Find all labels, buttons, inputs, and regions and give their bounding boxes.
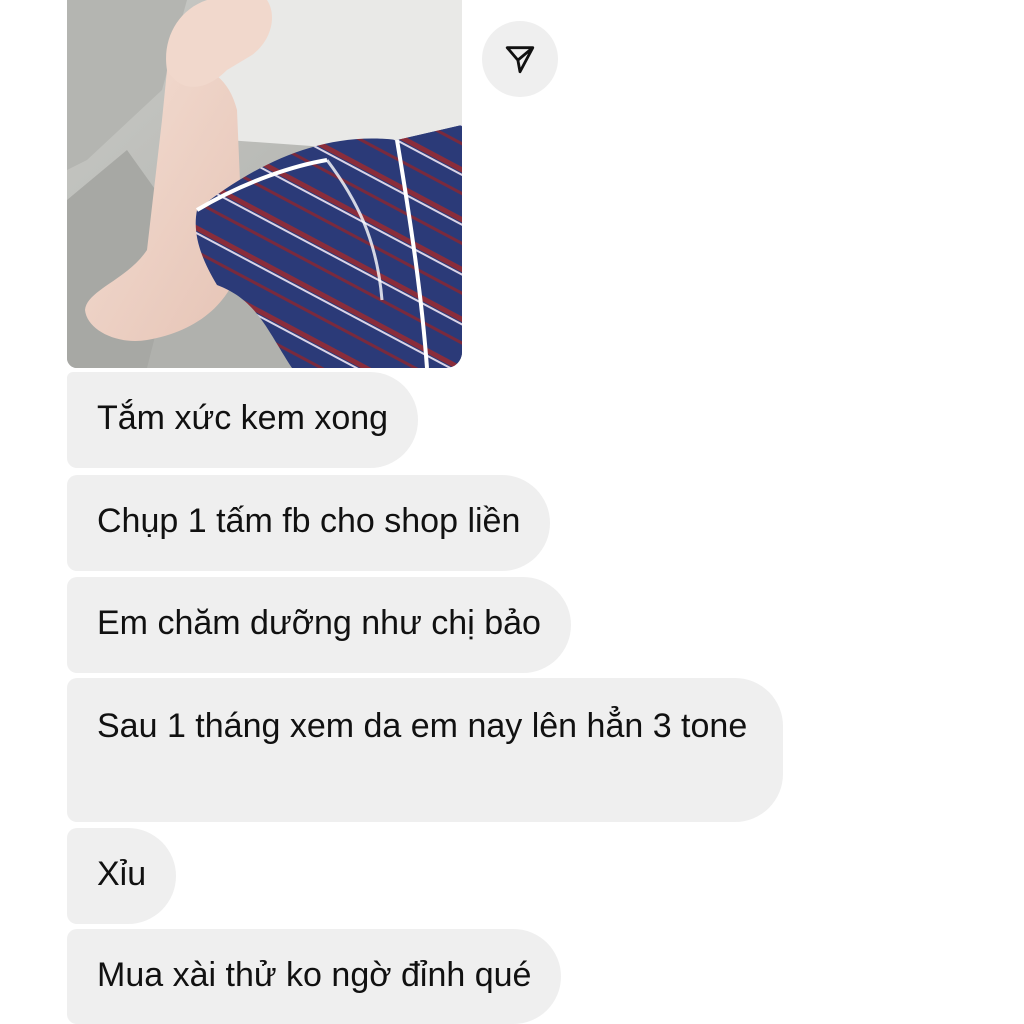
photo-image <box>67 0 462 368</box>
message-bubble[interactable]: Tắm xức kem xong <box>67 372 419 468</box>
message-text: Xỉu <box>97 855 147 893</box>
message-bubble[interactable]: Xỉu <box>67 828 177 924</box>
message-text: Sau 1 tháng xem da em nay lên hẳn 3 tone <box>97 707 748 745</box>
message-text: Tắm xức kem xong <box>97 399 389 437</box>
message-text: Chụp 1 tấm fb cho shop liền <box>97 502 521 540</box>
message-bubble[interactable]: Sau 1 tháng xem da em nay lên hẳn 3 tone <box>67 678 783 822</box>
message-text: Em chăm dưỡng như chị bảo <box>97 604 541 642</box>
message-bubble[interactable]: Chụp 1 tấm fb cho shop liền <box>67 475 551 571</box>
share-button[interactable] <box>482 21 558 97</box>
message-bubble[interactable]: Em chăm dưỡng như chị bảo <box>67 577 571 673</box>
message-bubble[interactable]: Mua xài thử ko ngờ đỉnh qué <box>67 929 562 1024</box>
shared-photo[interactable] <box>67 0 462 368</box>
send-icon <box>505 46 535 74</box>
message-text: Mua xài thử ko ngờ đỉnh qué <box>97 956 532 994</box>
chat-thread: Tắm xức kem xong Chụp 1 tấm fb cho shop … <box>0 0 1024 1024</box>
